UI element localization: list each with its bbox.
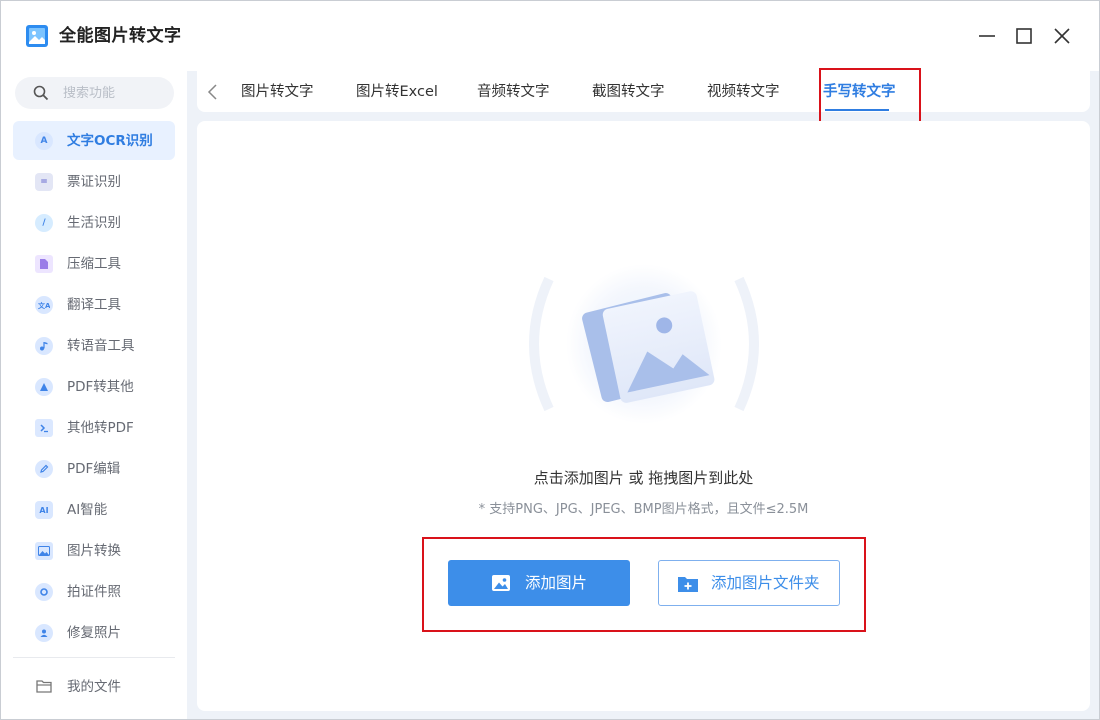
sidebar-item-label: AI智能 <box>67 502 108 518</box>
sidebar-item-label: 压缩工具 <box>67 256 121 272</box>
app-logo-icon <box>26 25 48 47</box>
sidebar-item-compress[interactable]: 压缩工具 <box>13 244 175 283</box>
sidebar-item-label: 票证识别 <box>67 174 121 190</box>
title-bar: 全能图片转文字 <box>1 1 1099 71</box>
main-panel: 图片转文字 图片转Excel 音频转文字 截图转文字 视频转文字 手写转文字 点… <box>187 68 1099 719</box>
sidebar-item-ai[interactable]: AI AI智能 <box>13 490 175 529</box>
search-input[interactable] <box>63 83 163 103</box>
active-tab-indicator <box>825 109 889 111</box>
tab-audio-to-text[interactable]: 音频转文字 <box>477 83 550 101</box>
my-files-label: 我的文件 <box>67 679 121 695</box>
camera-icon <box>35 583 53 601</box>
close-icon <box>1054 28 1070 44</box>
svg-text:文A: 文A <box>38 301 50 310</box>
to-pdf-icon <box>35 419 53 437</box>
tab-image-to-text[interactable]: 图片转文字 <box>241 83 314 101</box>
user-icon <box>35 624 53 642</box>
sidebar-item-label: 拍证件照 <box>67 584 121 600</box>
pen-icon: / <box>35 214 53 232</box>
sidebar: A 文字OCR识别 = 票证识别 / 生活识别 压缩工具 文A <box>1 71 186 719</box>
search-box[interactable] <box>15 77 174 109</box>
format-hint: * 支持PNG、JPG、JPEG、BMP图片格式，且文件≤2.5M <box>478 502 809 517</box>
sidebar-item-other-to-pdf[interactable]: 其他转PDF <box>13 408 175 447</box>
sidebar-item-pdf-to-other[interactable]: PDF转其他 <box>13 367 175 406</box>
ai-icon: AI <box>35 501 53 519</box>
sidebar-item-label: PDF编辑 <box>67 461 121 477</box>
sidebar-item-image-convert[interactable]: 图片转换 <box>13 531 175 570</box>
compress-icon <box>35 255 53 273</box>
app-title: 全能图片转文字 <box>59 26 182 46</box>
image-icon <box>492 575 510 591</box>
tab-bar: 图片转文字 图片转Excel 音频转文字 截图转文字 视频转文字 手写转文字 <box>197 68 1090 123</box>
add-folder-button[interactable]: 添加图片文件夹 <box>658 560 840 606</box>
sidebar-item-life[interactable]: / 生活识别 <box>13 203 175 242</box>
folder-add-icon <box>678 577 698 592</box>
sidebar-item-ocr[interactable]: A 文字OCR识别 <box>13 121 175 160</box>
minimize-icon <box>979 35 995 37</box>
sidebar-divider <box>13 657 175 658</box>
drop-title: 点击添加图片 或 拖拽图片到此处 <box>533 469 754 487</box>
image-icon <box>35 542 53 560</box>
sidebar-item-repair-photo[interactable]: 修复照片 <box>13 613 175 652</box>
sidebar-item-label: 其他转PDF <box>67 420 134 436</box>
sidebar-item-label: 修复照片 <box>67 625 121 641</box>
maximize-button[interactable] <box>1011 23 1037 49</box>
tab-handwriting-to-text[interactable]: 手写转文字 <box>823 83 896 101</box>
sidebar-item-label: 文字OCR识别 <box>67 133 153 149</box>
translate-icon: 文A <box>35 296 53 314</box>
tab-screenshot-to-text[interactable]: 截图转文字 <box>592 83 665 101</box>
pdf-convert-icon <box>35 378 53 396</box>
folder-icon <box>36 680 52 693</box>
tab-video-to-text[interactable]: 视频转文字 <box>707 83 780 101</box>
app-window: 全能图片转文字 A <box>0 0 1100 720</box>
sidebar-item-label: PDF转其他 <box>67 379 134 395</box>
sidebar-item-pdf-edit[interactable]: PDF编辑 <box>13 449 175 488</box>
minimize-button[interactable] <box>974 23 1000 49</box>
sidebar-nav: A 文字OCR识别 = 票证识别 / 生活识别 压缩工具 文A 翻译工具 转语音… <box>13 121 175 654</box>
sidebar-item-label: 生活识别 <box>67 215 121 231</box>
upload-area[interactable]: 点击添加图片 或 拖拽图片到此处 * 支持PNG、JPG、JPEG、BMP图片格… <box>197 121 1090 711</box>
edit-icon <box>35 460 53 478</box>
my-files-button[interactable]: 我的文件 <box>13 669 175 705</box>
chevron-left-icon[interactable] <box>205 83 221 101</box>
search-icon <box>33 85 49 101</box>
add-folder-label: 添加图片文件夹 <box>711 574 820 592</box>
sidebar-item-label: 图片转换 <box>67 543 121 559</box>
tab-image-to-excel[interactable]: 图片转Excel <box>356 83 438 101</box>
sidebar-item-id-photo[interactable]: 拍证件照 <box>13 572 175 611</box>
image-upload-illustration <box>529 264 759 424</box>
add-image-label: 添加图片 <box>525 574 588 592</box>
ticket-icon: = <box>35 173 53 191</box>
ocr-icon: A <box>35 132 53 150</box>
sidebar-item-translate[interactable]: 文A 翻译工具 <box>13 285 175 324</box>
sidebar-item-label: 转语音工具 <box>67 338 135 354</box>
close-button[interactable] <box>1049 23 1075 49</box>
sidebar-item-ticket[interactable]: = 票证识别 <box>13 162 175 201</box>
maximize-icon <box>1016 28 1032 44</box>
sidebar-item-tts[interactable]: 转语音工具 <box>13 326 175 365</box>
add-image-button[interactable]: 添加图片 <box>448 560 630 606</box>
sidebar-item-label: 翻译工具 <box>67 297 121 313</box>
music-note-icon <box>35 337 53 355</box>
